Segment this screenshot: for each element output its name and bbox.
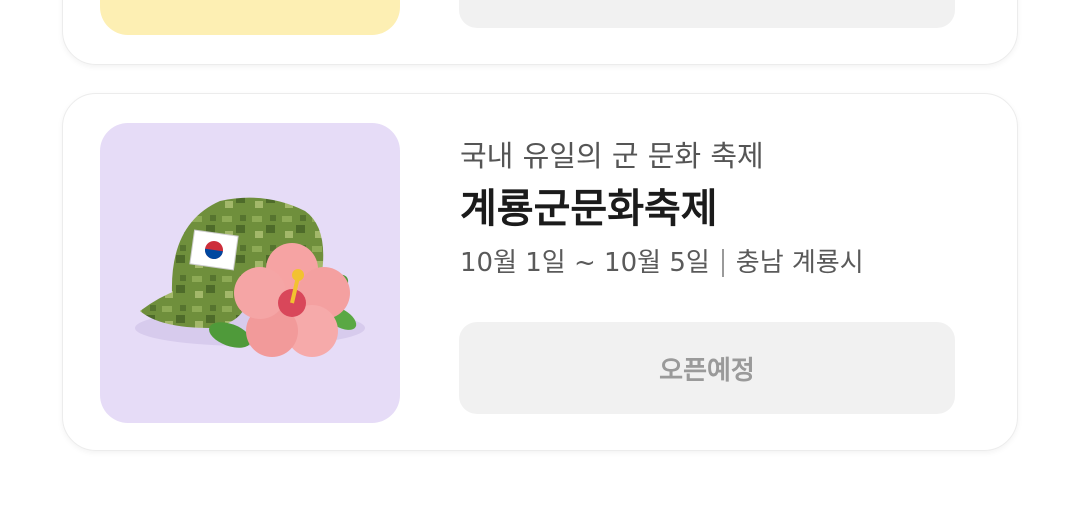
festival-location: 충남 계룡시 [735,248,864,278]
meta-divider [721,249,724,277]
previous-festival-status-button[interactable] [459,0,955,28]
festival-meta: 10월 1일 ~ 10월 5일 충남 계룡시 [460,243,960,283]
festival-info: 국내 유일의 군 문화 축제 계룡군문화축제 10월 1일 ~ 10월 5일 충… [460,135,960,283]
previous-festival-card[interactable] [62,0,1018,65]
festival-dates: 10월 1일 ~ 10월 5일 [460,248,710,278]
festival-subtitle: 국내 유일의 군 문화 축제 [460,139,764,173]
festival-card[interactable]: 국내 유일의 군 문화 축제 계룡군문화축제 10월 1일 ~ 10월 5일 충… [62,93,1018,451]
open-soon-button[interactable]: 오픈예정 [459,322,955,414]
festival-title: 계룡군문화축제 [460,186,718,232]
previous-festival-thumbnail [100,0,400,35]
festival-thumbnail [100,123,400,423]
camouflage-cap-with-hibiscus-icon [135,197,365,357]
